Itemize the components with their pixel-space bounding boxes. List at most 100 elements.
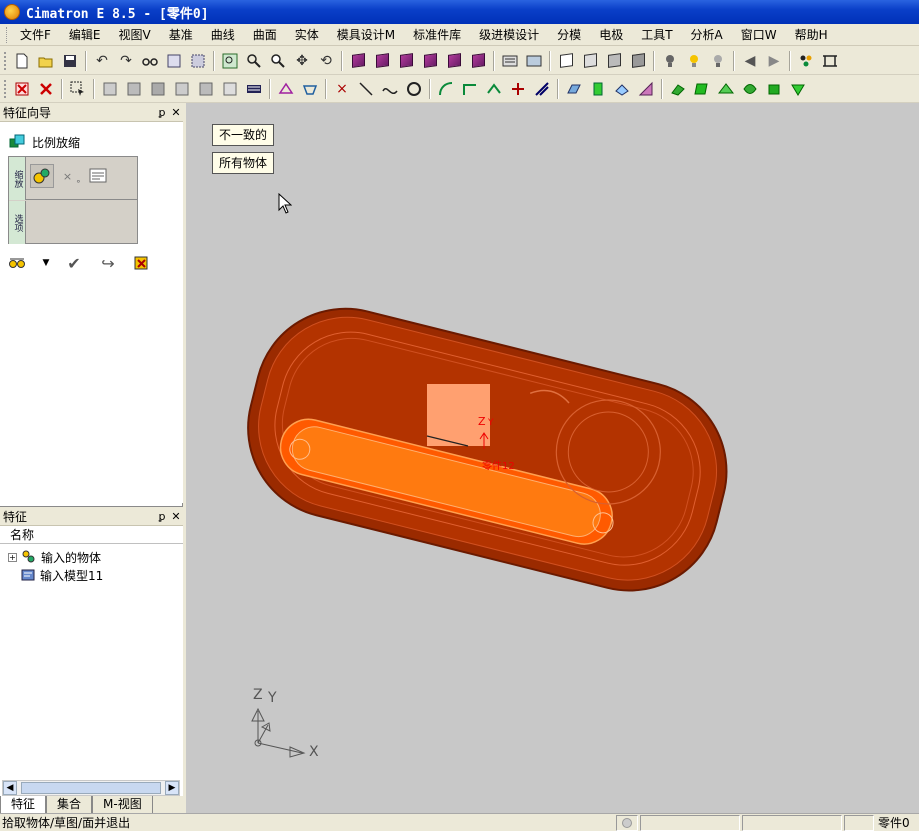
menu-curve[interactable]: 曲线: [202, 24, 244, 46]
left-cube-icon[interactable]: [467, 50, 489, 72]
curve3-icon[interactable]: [483, 78, 505, 100]
cancel-icon[interactable]: [35, 78, 57, 100]
scroll-right-icon[interactable]: ▶: [165, 781, 179, 795]
menu-grip[interactable]: [6, 26, 9, 43]
pick-f-icon[interactable]: [219, 78, 241, 100]
iso-cube-icon[interactable]: [347, 50, 369, 72]
layers-icon[interactable]: [795, 50, 817, 72]
forward-arrow-icon[interactable]: ▶: [763, 50, 785, 72]
menu-help[interactable]: 帮助H: [786, 24, 837, 46]
solid3-icon[interactable]: [715, 78, 737, 100]
menu-file[interactable]: 文件F: [11, 24, 60, 46]
open-icon[interactable]: [35, 50, 57, 72]
menu-standard-parts[interactable]: 标准件库: [404, 24, 470, 46]
scroll-thumb[interactable]: [21, 782, 161, 794]
tree-item-import-model[interactable]: 输入模型11: [20, 566, 103, 584]
menu-edit[interactable]: 编辑E: [60, 24, 110, 46]
sketch-icon[interactable]: [275, 78, 297, 100]
line-icon[interactable]: [355, 78, 377, 100]
front-cube-icon[interactable]: [371, 50, 393, 72]
pin-icon[interactable]: ꝑ: [155, 106, 169, 119]
menu-view[interactable]: 视图V: [110, 24, 160, 46]
right-cube-icon[interactable]: [419, 50, 441, 72]
pick-c-icon[interactable]: [147, 78, 169, 100]
preview-glasses-icon[interactable]: [8, 253, 28, 273]
new-icon[interactable]: [11, 50, 33, 72]
tree-item-imported-objects[interactable]: + 输入的物体: [8, 548, 101, 566]
cancel-feature-icon[interactable]: [132, 253, 152, 273]
tree-column-header[interactable]: 名称: [0, 526, 183, 544]
surf3-icon[interactable]: [611, 78, 633, 100]
circle-icon[interactable]: [403, 78, 425, 100]
light-on-icon[interactable]: [683, 50, 705, 72]
surf4-icon[interactable]: [635, 78, 657, 100]
close-icon[interactable]: ✕: [169, 106, 183, 119]
tab-sets[interactable]: 集合: [46, 796, 93, 814]
back-cube-icon[interactable]: [443, 50, 465, 72]
measure-icon[interactable]: [819, 50, 841, 72]
filter-icon[interactable]: [243, 78, 265, 100]
render-cube-icon[interactable]: [627, 50, 649, 72]
menu-window[interactable]: 窗口W: [732, 24, 786, 46]
expand-icon[interactable]: +: [8, 552, 17, 562]
curve5-icon[interactable]: [531, 78, 553, 100]
pick-b-icon[interactable]: [123, 78, 145, 100]
dropdown-arrow-icon[interactable]: ▼: [42, 253, 50, 273]
shaded-cube-icon[interactable]: [579, 50, 601, 72]
pick-a-icon[interactable]: [99, 78, 121, 100]
solid1-icon[interactable]: [667, 78, 689, 100]
surf2-icon[interactable]: [587, 78, 609, 100]
toolbar-grip[interactable]: [4, 51, 7, 70]
apply-check-icon[interactable]: ✔: [64, 253, 84, 273]
menu-mold-design[interactable]: 模具设计M: [328, 24, 404, 46]
view-save-icon[interactable]: [523, 50, 545, 72]
light-set-icon[interactable]: [707, 50, 729, 72]
rotate-icon[interactable]: ⟲: [315, 50, 337, 72]
scale-params-button[interactable]: [86, 164, 110, 188]
menu-analysis[interactable]: 分析A: [682, 24, 732, 46]
undo-icon[interactable]: ↶: [91, 50, 113, 72]
menu-electrode[interactable]: 电极: [590, 24, 632, 46]
top-cube-icon[interactable]: [395, 50, 417, 72]
pick-d-icon[interactable]: [171, 78, 193, 100]
wire-cube-icon[interactable]: [555, 50, 577, 72]
apply-continue-icon[interactable]: ↪: [98, 253, 118, 273]
guide-step-tab-1[interactable]: 缩放: [9, 157, 26, 200]
glasses-icon[interactable]: [139, 50, 161, 72]
curve1-icon[interactable]: [435, 78, 457, 100]
tab-m-view[interactable]: M-视图: [92, 796, 153, 814]
redo-icon[interactable]: ↷: [115, 50, 137, 72]
zoom-icon[interactable]: [267, 50, 289, 72]
close-icon-2[interactable]: ✕: [169, 510, 183, 523]
hidden-cube-icon[interactable]: [603, 50, 625, 72]
menu-tools[interactable]: 工具T: [632, 24, 681, 46]
pick-e-icon[interactable]: [195, 78, 217, 100]
scroll-left-icon[interactable]: ◀: [3, 781, 17, 795]
solid2-icon[interactable]: [691, 78, 713, 100]
tree-horizontal-scrollbar[interactable]: ◀ ▶: [2, 780, 180, 796]
menu-solid[interactable]: 实体: [286, 24, 328, 46]
toolbar-grip-2[interactable]: [4, 79, 7, 98]
menu-parting[interactable]: 分模: [548, 24, 590, 46]
curve2-icon[interactable]: [459, 78, 481, 100]
solid6-icon[interactable]: [787, 78, 809, 100]
surf1-icon[interactable]: [563, 78, 585, 100]
curve4-icon[interactable]: [507, 78, 529, 100]
menu-surface[interactable]: 曲面: [244, 24, 286, 46]
light-icon[interactable]: [659, 50, 681, 72]
pick-icon[interactable]: [163, 50, 185, 72]
delete-entity-icon[interactable]: [11, 78, 33, 100]
point-icon[interactable]: ×: [331, 78, 353, 100]
guide-step-tab-2[interactable]: 选项: [9, 201, 26, 244]
pin-icon-2[interactable]: ꝑ: [155, 510, 169, 523]
back-arrow-icon[interactable]: ◀: [739, 50, 761, 72]
menu-progressive-die[interactable]: 级进模设计: [470, 24, 548, 46]
view-list-icon[interactable]: [499, 50, 521, 72]
tab-features[interactable]: 特征: [0, 796, 47, 814]
zoom-window-icon[interactable]: [243, 50, 265, 72]
scale-point-button[interactable]: × ˳: [60, 164, 84, 188]
solid5-icon[interactable]: [763, 78, 785, 100]
pick2-icon[interactable]: [187, 50, 209, 72]
sketch2-icon[interactable]: [299, 78, 321, 100]
pick-entities-button[interactable]: [30, 164, 54, 188]
